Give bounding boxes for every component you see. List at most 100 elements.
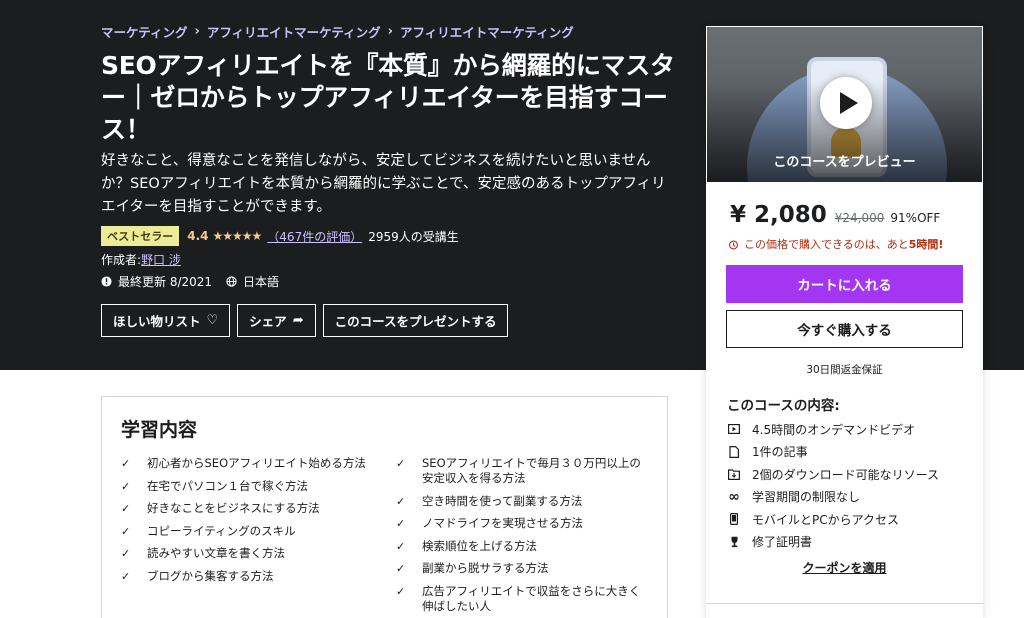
- check-icon: ✓: [396, 539, 406, 553]
- trophy-icon: [727, 536, 741, 548]
- money-back-guarantee: 30日間返金保証: [806, 364, 883, 376]
- breadcrumb-separator-icon: ›: [387, 24, 393, 39]
- wishlist-button[interactable]: ほしい物リスト ♡: [101, 304, 231, 337]
- gift-course-button[interactable]: このコースをプレゼントする: [322, 304, 509, 337]
- learn-item-text: コピーライティングのスキル: [147, 523, 296, 538]
- price-timer: この価格で購入できるのは、あと 5時間!: [728, 236, 943, 252]
- course-subtitle: 好きなこと、得意なことを発信しながら、安定してビジネスを続けたいと思いませんか？…: [101, 153, 666, 215]
- includes-item: 1件の記事: [727, 441, 939, 464]
- reviews-link[interactable]: （467件の評価）: [267, 228, 362, 245]
- learn-item-text: 読みやすい文章を書く方法: [147, 546, 285, 560]
- includes-item: 2個のダウンロード可能なリソース: [727, 463, 939, 486]
- learn-list-right: ✓ SEOアフィリエイトで毎月３０万円以上の安定収入を得る方法 ✓ 空き時間を使って…: [396, 456, 641, 618]
- learn-item: ✓ 検索順位を上げる方法: [396, 539, 641, 554]
- heart-icon: ♡: [206, 313, 219, 328]
- learn-item: ✓ SEOアフィリエイトで毎月３０万円以上の安定収入を得る方法: [396, 456, 641, 486]
- check-icon: ✓: [121, 502, 131, 515]
- learn-item: ✓ ノマドライフを実現させる方法: [396, 516, 641, 531]
- share-arrow-icon: ➦: [292, 313, 304, 328]
- learn-item-text: 初心者からSEOアフィリエイト始める方法: [147, 456, 366, 470]
- original-price: ¥24,000: [834, 211, 885, 225]
- learn-item: ✓ 空き時間を使って副業する方法: [396, 494, 641, 509]
- author-label: 作成者:: [101, 253, 142, 267]
- rating-score: 4.4: [187, 229, 209, 243]
- hero-actions: ほしい物リスト ♡ シェア ➦ このコースをプレゼントする: [101, 304, 515, 337]
- check-icon: ✓: [121, 569, 131, 583]
- add-to-cart-button[interactable]: カートに入れる: [726, 265, 963, 303]
- rating-row: ベストセラー 4.4 ★★★★★ （467件の評価） 2959人の受講生: [101, 226, 459, 246]
- includes-text: 学習期間の制限なし: [752, 490, 861, 505]
- apply-coupon: クーポンを適用: [706, 559, 983, 576]
- language: 日本語: [226, 273, 279, 290]
- check-icon: ✓: [396, 562, 406, 575]
- includes-text: 修了証明書: [752, 535, 813, 550]
- buy-now-button[interactable]: 今すぐ購入する: [726, 310, 963, 348]
- alert-badge-icon: [101, 276, 112, 287]
- check-icon: ✓: [121, 479, 131, 493]
- meta-row: 最終更新 8/2021 日本語: [101, 273, 293, 290]
- includes-text: 2個のダウンロード可能なリソース: [752, 467, 940, 482]
- learn-list-left: ✓ 初心者からSEOアフィリエイト始める方法 ✓ 在宅でパソコン１台で稼ぐ方法 ✓ 好…: [121, 456, 366, 591]
- learn-item: ✓ 初心者からSEOアフィリエイト始める方法: [121, 456, 366, 471]
- breadcrumb: マーケティング › アフィリエイトマーケティング › アフィリエイトマーケティン…: [101, 22, 574, 41]
- breadcrumb-item-marketing[interactable]: マーケティング: [101, 22, 188, 41]
- wishlist-label: ほしい物リスト: [113, 314, 201, 329]
- learn-title: 学習内容: [121, 419, 198, 441]
- bestseller-badge: ベストセラー: [101, 226, 180, 246]
- check-icon: ✓: [396, 584, 406, 598]
- course-preview[interactable]: このコースをプレビュー: [707, 27, 982, 182]
- breadcrumb-item-affiliate-current[interactable]: アフィリエイトマーケティング: [400, 22, 574, 41]
- check-icon: ✓: [396, 494, 406, 508]
- breadcrumb-item-affiliate[interactable]: アフィリエイトマーケティング: [207, 22, 381, 41]
- includes-text: 1件の記事: [752, 445, 808, 460]
- author-row: 作成者:野口 涉: [101, 251, 181, 268]
- includes-text: 4.5時間のオンデマンドビデオ: [752, 422, 916, 437]
- language-text: 日本語: [243, 275, 280, 289]
- learn-item: ✓ ブログから集客する方法: [121, 569, 366, 584]
- apply-coupon-link[interactable]: クーポンを適用: [802, 561, 886, 575]
- includes-title: このコースの内容:: [727, 398, 840, 414]
- share-button[interactable]: シェア ➦: [237, 304, 316, 337]
- learn-item-text: ブログから集客する方法: [147, 568, 274, 583]
- alarm-clock-icon: [729, 239, 738, 249]
- learn-item: ✓ 在宅でパソコン１台で稼ぐ方法: [121, 479, 366, 494]
- last-updated: 最終更新 8/2021: [101, 273, 212, 290]
- download-folder-icon: [727, 468, 741, 480]
- learn-item-text: 検索順位を上げる方法: [422, 538, 537, 553]
- includes-item: ∞ 学習期間の制限なし: [727, 486, 939, 509]
- learn-item-text: 好きなことをビジネスにする方法: [147, 501, 320, 515]
- check-icon: ✓: [121, 524, 131, 538]
- video-icon: [727, 423, 741, 435]
- infinity-icon: ∞: [728, 488, 740, 505]
- learn-item-text: 在宅でパソコン１台で稼ぐ方法: [147, 478, 308, 493]
- learn-item: ✓ 副業から脱サラする方法: [396, 561, 641, 576]
- check-icon: ✓: [121, 457, 131, 470]
- learn-item-text: SEOアフィリエイトで毎月３０万円以上の安定収入を得る方法: [422, 456, 641, 485]
- star-rating-icon: ★★★★★: [212, 229, 263, 243]
- discount-percent: 91%OFF: [890, 211, 941, 225]
- learn-item-text: 広告アフィリエイトで収益をさらに大きく伸ばしたい人: [422, 583, 641, 613]
- last-updated-text: 最終更新 8/2021: [118, 275, 213, 289]
- students-count: 2959人の受講生: [368, 229, 459, 244]
- globe-icon: [226, 276, 237, 287]
- includes-item: 4.5時間のオンデマンドビデオ: [727, 418, 939, 441]
- mobile-icon: [727, 513, 741, 526]
- breadcrumb-separator-icon: ›: [194, 24, 200, 39]
- author-link[interactable]: 野口 涉: [141, 253, 181, 267]
- learn-item: ✓ コピーライティングのスキル: [121, 524, 366, 539]
- gift-label: このコースをプレゼントする: [334, 314, 497, 329]
- learn-item: ✓ 好きなことをビジネスにする方法: [121, 501, 366, 516]
- learn-item-text: 副業から脱サラする方法: [422, 561, 549, 575]
- learn-item-text: ノマドライフを実現させる方法: [422, 516, 583, 530]
- preview-label: このコースをプレビュー: [773, 155, 916, 170]
- current-price: ¥ 2,080: [730, 202, 827, 228]
- check-icon: ✓: [396, 517, 406, 530]
- includes-list: 4.5時間のオンデマンドビデオ 1件の記事 2個のダウンロード可能なリソース ∞…: [727, 418, 939, 553]
- includes-item: 修了証明書: [727, 531, 939, 554]
- file-icon: [727, 445, 741, 458]
- timer-hours: 5時間!: [908, 238, 944, 251]
- price-row: ¥ 2,080 ¥24,000 91%OFF: [730, 202, 940, 228]
- includes-item: モバイルとPCからアクセス: [727, 508, 939, 531]
- play-icon[interactable]: [820, 77, 872, 129]
- sidebar-divider: [706, 603, 983, 604]
